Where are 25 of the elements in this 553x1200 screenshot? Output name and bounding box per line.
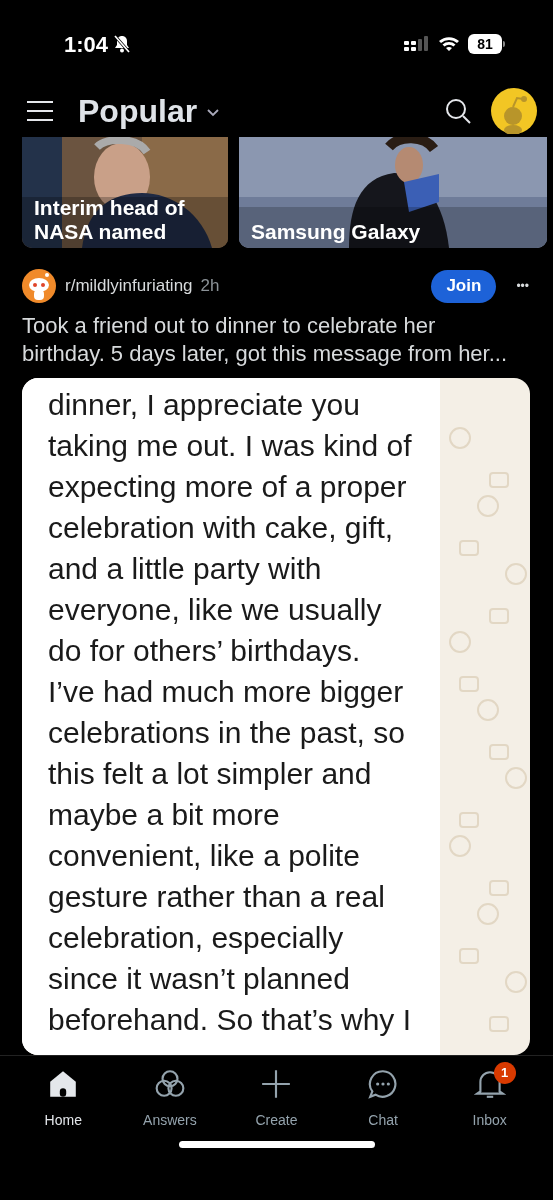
nav-tab[interactable]: Answers: [129, 1068, 210, 1131]
nav-tab[interactable]: Create: [236, 1068, 317, 1131]
join-button[interactable]: Join: [431, 269, 497, 303]
nav-tab[interactable]: Home: [23, 1068, 104, 1131]
battery-level: 81: [468, 34, 502, 54]
search-icon[interactable]: [445, 98, 471, 124]
message-text: dinner, I appreciate you taking me out. I was kind of expecting more of a proper celebration with cake, gift, and a little party with everyone, like we usually do for others’ birthdays. I’ve had much more bigger celebrations in the past, so this felt a lot simpler and maybe a bit more convenient, like a polite gesture rather than a real celebration, especially since it wasn’t planned beforehand. So that’s why I: [48, 387, 413, 1038]
post-title[interactable]: Took a friend out to dinner to celebrate her birthday. 5 days later, got this message from her...: [0, 312, 553, 368]
avatar-icon[interactable]: [491, 88, 537, 134]
notification-badge: 1: [493, 1062, 516, 1084]
signal-icon: [404, 36, 430, 52]
feed-title[interactable]: Popular: [78, 87, 198, 135]
wifi-icon: [438, 36, 460, 52]
message-screenshot[interactable]: [22, 378, 530, 1055]
post-age: 2h: [200, 275, 220, 298]
circles-icon: [153, 1068, 186, 1100]
more-options[interactable]: •••: [516, 277, 529, 295]
plus-icon: [260, 1068, 293, 1100]
nav-tab[interactable]: Chat: [343, 1068, 424, 1131]
menu-icon[interactable]: [26, 100, 54, 122]
community-avatar-icon[interactable]: [22, 269, 56, 303]
bell-icon: [473, 1068, 506, 1100]
community-name[interactable]: r/mildlyinfuriating: [65, 273, 193, 299]
status-time: 1:04: [64, 30, 109, 59]
chevron-down-icon[interactable]: [207, 109, 220, 117]
